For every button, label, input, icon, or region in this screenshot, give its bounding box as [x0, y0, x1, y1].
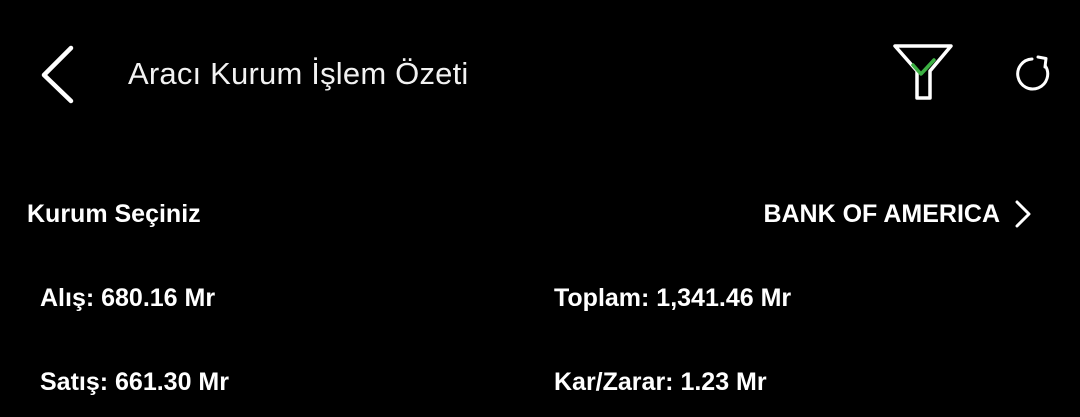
- chevron-left-icon: [41, 45, 74, 104]
- institution-selector[interactable]: Kurum Seçiniz BANK OF AMERICA: [0, 188, 1080, 240]
- refresh-icon: [1016, 55, 1050, 91]
- profit-loss-amount: Kar/Zarar: 1.23 Mr: [554, 368, 767, 396]
- institution-value: BANK OF AMERICA: [763, 200, 1000, 228]
- total-amount: Toplam: 1,341.46 Mr: [554, 284, 792, 312]
- back-button[interactable]: [30, 40, 86, 108]
- buy-amount: Alış: 680.16 Mr: [40, 284, 216, 312]
- summary-screen: Aracı Kurum İşlem Özeti Kurum Seçiniz BA…: [0, 0, 1080, 417]
- chevron-right-icon: [1015, 200, 1031, 228]
- institution-label: Kurum Seçiniz: [27, 200, 201, 228]
- filter-button[interactable]: [890, 40, 956, 106]
- filter-check-icon: [893, 44, 953, 100]
- refresh-button[interactable]: [1008, 50, 1056, 98]
- app-header: Aracı Kurum İşlem Özeti: [0, 0, 1080, 150]
- page-title: Aracı Kurum İşlem Özeti: [128, 56, 469, 91]
- sell-amount: Satış: 661.30 Mr: [40, 368, 229, 396]
